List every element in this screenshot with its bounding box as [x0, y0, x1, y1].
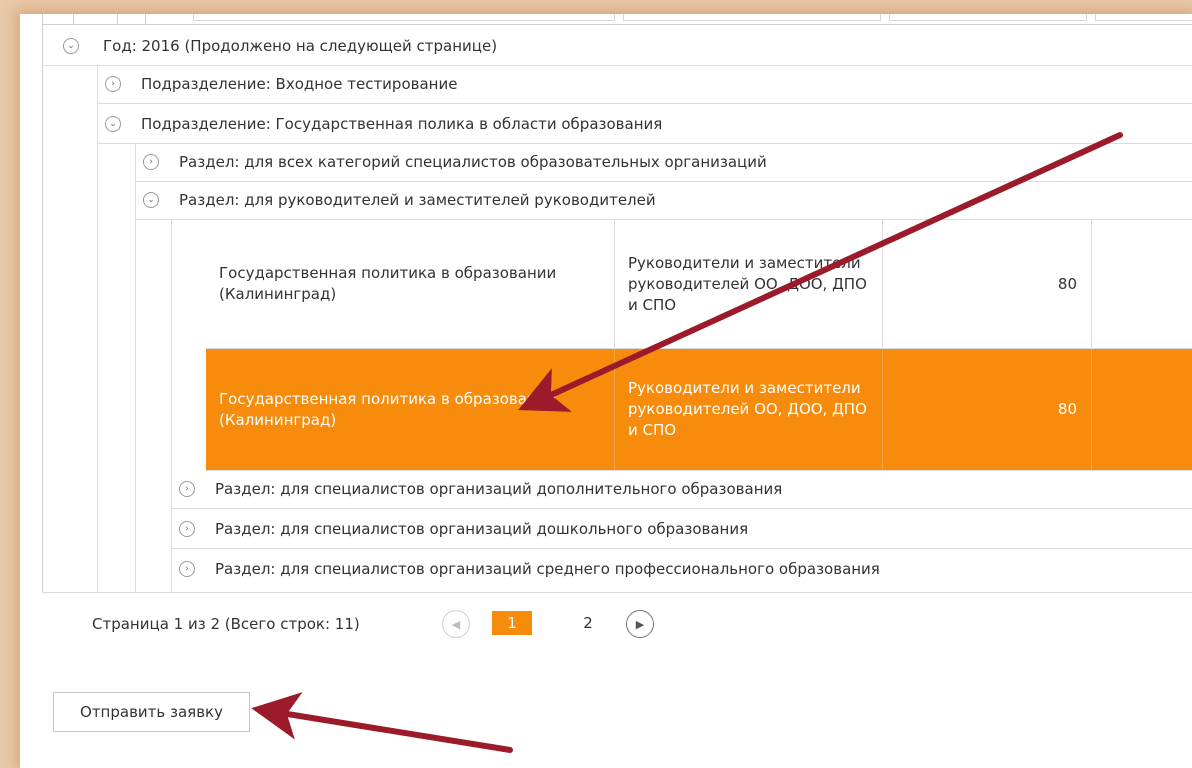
expand-icon[interactable]: ›	[179, 521, 195, 537]
pager-info: Страница 1 из 2 (Всего строк: 11)	[92, 615, 360, 633]
group-row-section[interactable]: › Раздел: для специалистов организаций д…	[171, 511, 1192, 549]
next-page-button[interactable]: ▶	[626, 610, 654, 638]
group-label: Подразделение: Входное тестирование	[141, 75, 458, 93]
page: ⌄ Год: 2016 (Продолжено на следующей стр…	[20, 14, 1192, 768]
hours-cell: 80	[883, 349, 1092, 470]
group-row-section[interactable]: › Раздел: для специалистов организаций с…	[171, 551, 1192, 588]
group-label: Раздел: для специалистов организаций дош…	[215, 520, 749, 538]
filter-input[interactable]	[889, 14, 1087, 21]
collapse-icon[interactable]: ⌄	[105, 116, 121, 132]
expand-icon[interactable]: ›	[179, 561, 195, 577]
group-row-subdivision[interactable]: ⌄ Подразделение: Государственная полика …	[97, 106, 1192, 144]
table-row[interactable]: Государственная политика в образовании (…	[206, 220, 1192, 349]
filter-input[interactable]	[623, 14, 881, 21]
filter-input[interactable]	[193, 14, 615, 21]
expand-icon[interactable]: ›	[105, 76, 121, 92]
hours-cell: 80	[883, 220, 1092, 348]
prev-page-button[interactable]: ◀	[442, 610, 470, 638]
group-row-year[interactable]: ⌄ Год: 2016 (Продолжено на следующей стр…	[43, 28, 1192, 66]
table-row-selected[interactable]: Государственная политика в образовании (…	[206, 349, 1192, 471]
expand-icon[interactable]: ›	[143, 154, 159, 170]
group-row-section[interactable]: ⌄ Раздел: для руководителей и заместител…	[135, 182, 1192, 220]
group-row-section[interactable]: › Раздел: для всех категорий специалисто…	[135, 144, 1192, 182]
page-2-button[interactable]: 2	[568, 611, 608, 635]
filter-input[interactable]	[1095, 14, 1192, 21]
group-row-subdivision[interactable]: › Подразделение: Входное тестирование	[97, 66, 1192, 104]
group-label-year: Год: 2016 (Продолжено на следующей стран…	[103, 37, 498, 55]
collapse-icon[interactable]: ⌄	[63, 38, 79, 54]
pager: Страница 1 из 2 (Всего строк: 11) ◀ 1 2 …	[42, 592, 1192, 659]
group-label: Подразделение: Государственная полика в …	[141, 115, 663, 133]
group-label: Раздел: для руководителей и заместителей…	[179, 191, 656, 209]
page-1-button[interactable]: 1	[492, 611, 532, 635]
group-label: Раздел: для всех категорий специалистов …	[179, 153, 767, 171]
course-name-cell: Государственная политика в образовании (…	[206, 349, 615, 470]
collapse-icon[interactable]: ⌄	[143, 192, 159, 208]
course-name-cell: Государственная политика в образовании (…	[206, 220, 615, 348]
data-grid: ⌄ Год: 2016 (Продолжено на следующей стр…	[42, 14, 1192, 659]
group-label: Раздел: для специалистов организаций сре…	[215, 560, 880, 578]
header-row-remnant	[43, 14, 1192, 25]
submit-request-button[interactable]: Отправить заявку	[53, 692, 250, 732]
audience-cell: Руководители и заместители руководителей…	[615, 349, 883, 470]
audience-cell: Руководители и заместители руководителей…	[615, 220, 883, 348]
expand-icon[interactable]: ›	[179, 481, 195, 497]
group-label: Раздел: для специалистов организаций доп…	[215, 480, 783, 498]
group-row-section[interactable]: › Раздел: для специалистов организаций д…	[171, 471, 1192, 509]
